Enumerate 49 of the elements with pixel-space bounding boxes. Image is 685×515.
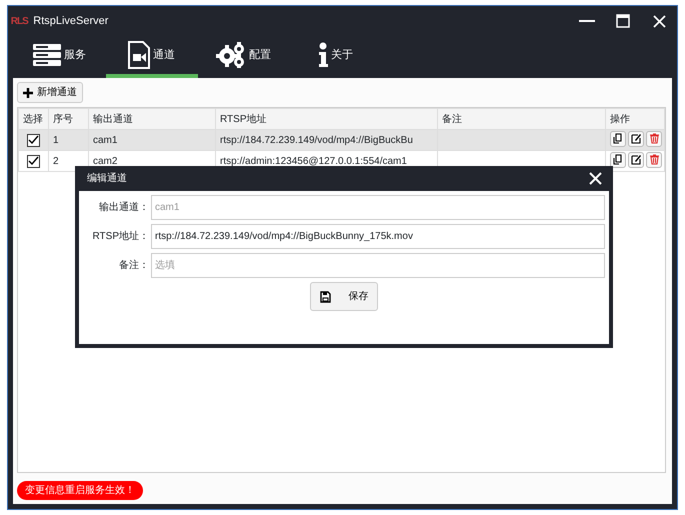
close-button[interactable] [587, 170, 603, 186]
restart-notice: 变更信息重启服务生效！ [17, 481, 143, 500]
tab[interactable]: 服务 [14, 36, 106, 78]
video-file-icon [128, 41, 150, 69]
close-icon [588, 172, 602, 185]
column-header: 序号 [48, 108, 88, 130]
field-label: 备注： [118, 258, 149, 273]
row-checkbox[interactable] [27, 154, 40, 168]
table-cell: 1 [48, 130, 88, 150]
window-title: RtspLiveServer [33, 14, 108, 29]
edit-button[interactable] [628, 130, 644, 147]
gears-icon [216, 42, 246, 68]
trash-button[interactable] [646, 130, 662, 147]
column-header: 备注 [438, 108, 606, 130]
edit-icon [630, 154, 642, 166]
trash-button[interactable] [646, 152, 662, 168]
edit-icon [630, 133, 642, 144]
column-header: 输出通道 [88, 108, 216, 130]
field-label: 输出通道： [98, 200, 149, 215]
trash-icon [648, 133, 660, 144]
column-header: 操作 [606, 108, 664, 130]
server-icon [33, 44, 61, 66]
maximize-icon [616, 14, 630, 28]
dialog-title: 编辑通道 [87, 172, 127, 186]
add-channel-button[interactable]: 新增通道 [17, 82, 83, 103]
floppy-icon [320, 290, 331, 302]
input-field[interactable]: cam1 [151, 195, 605, 220]
field-label: RTSP地址： [92, 230, 149, 244]
input-field[interactable]: 选填 [151, 253, 605, 278]
info-icon [318, 42, 328, 68]
edit-button[interactable] [628, 152, 644, 168]
copy-icon [612, 133, 624, 144]
column-header: RTSP地址 [216, 108, 438, 130]
copy-icon [612, 154, 624, 166]
tab[interactable]: 配置 [198, 36, 290, 78]
column-header: 选择 [18, 108, 48, 130]
app-logo: RLS [10, 14, 28, 28]
tab[interactable]: 关于 [290, 36, 382, 78]
table-cell: cam1 [88, 130, 216, 150]
close-icon [652, 14, 666, 28]
save-button[interactable]: 保存 [310, 282, 378, 311]
copy-button[interactable] [610, 152, 626, 168]
minimize-icon [579, 20, 595, 22]
trash-icon [648, 154, 660, 166]
plus-icon [23, 88, 33, 98]
row-checkbox[interactable] [27, 134, 40, 146]
table-cell: rtsp://184.72.239.149/vod/mp4://BigBuckBu [216, 130, 438, 150]
input-field[interactable]: rtsp://184.72.239.149/vod/mp4://BigBuckBunny_175k.mov [151, 224, 605, 249]
copy-button[interactable] [610, 130, 626, 147]
